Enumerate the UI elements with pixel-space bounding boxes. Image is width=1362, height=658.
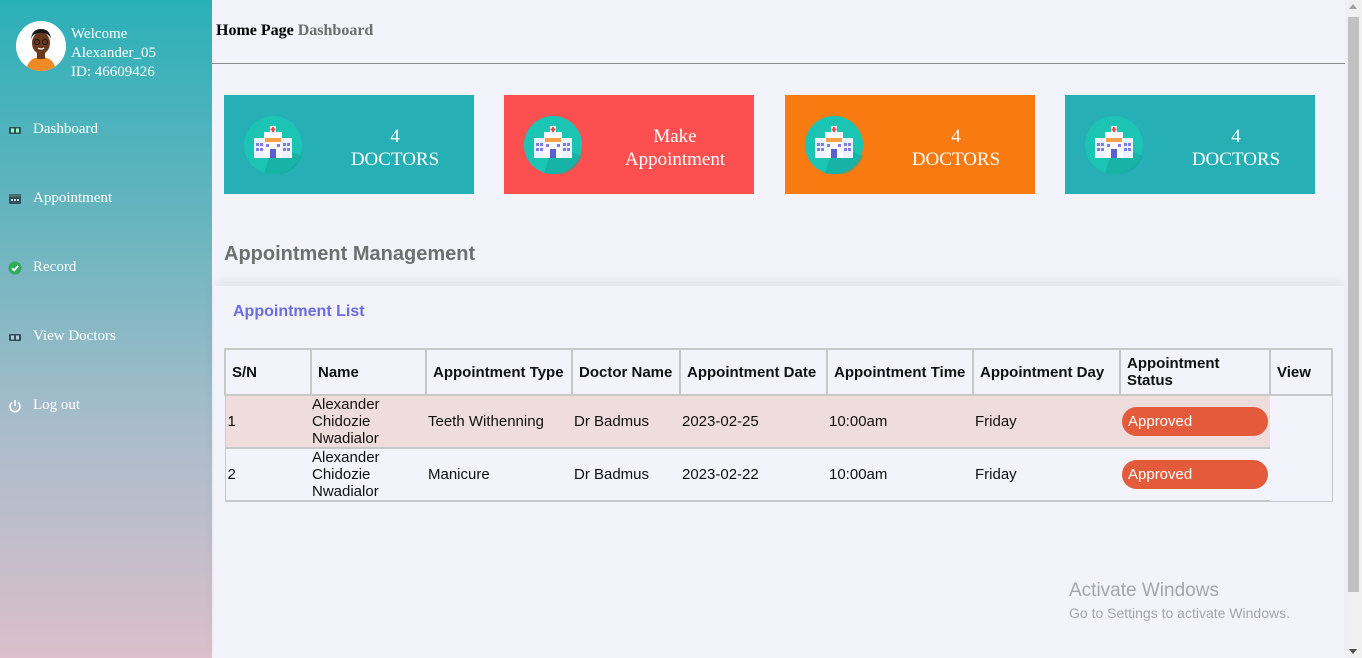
card-value: Make	[653, 126, 697, 147]
user-profile: Welcome Alexander_05 ID: 46609426	[16, 21, 156, 82]
column-header: Doctor Name	[571, 348, 681, 396]
cell-doctor: Dr Badmus	[572, 395, 680, 449]
sidebar-item-appointment[interactable]: Appointment	[8, 190, 112, 207]
sidebar-item-logout[interactable]: Log out	[8, 397, 80, 414]
scrollbar-thumb[interactable]	[1348, 17, 1359, 592]
watermark-title: Activate Windows	[1069, 580, 1219, 601]
table-row: 1 Alexander Chidozie Nwadialor Teeth Wit…	[225, 395, 1332, 449]
header-divider	[212, 63, 1345, 64]
appointment-table: S/N Name Appointment Type Doctor Name Ap…	[224, 348, 1333, 502]
column-header: Appointment Day	[972, 348, 1121, 396]
scroll-up-icon[interactable]	[1349, 4, 1357, 9]
cell-status: Approved	[1120, 395, 1270, 449]
card-label: DOCTORS	[911, 149, 1001, 170]
cell-type: Manicure	[426, 448, 572, 502]
check-circle-icon	[8, 261, 22, 275]
cell-time: 10:00am	[827, 395, 973, 449]
hospital-icon	[805, 116, 863, 176]
main-content: Home Page Dashboard 4 DOCTORS Make Appoi…	[212, 0, 1345, 658]
table-header-row: S/N Name Appointment Type Doctor Name Ap…	[224, 348, 1333, 396]
cell-day: Friday	[973, 448, 1120, 502]
card-label: DOCTORS	[350, 149, 440, 170]
scroll-down-icon[interactable]	[1349, 649, 1357, 654]
sidebar-item-label: Log out	[33, 397, 81, 413]
cell-view[interactable]	[1270, 395, 1332, 448]
cell-name: Alexander Chidozie Nwadialor	[311, 448, 426, 502]
appointment-list-title: Appointment List	[233, 303, 365, 320]
sidebar-item-label: Appointment	[33, 190, 113, 206]
table-row: 2 Alexander Chidozie Nwadialor Manicure …	[225, 448, 1332, 502]
column-header: View	[1269, 348, 1333, 396]
sidebar-item-label: Record	[33, 259, 77, 275]
column-header: Appointment Status	[1119, 348, 1271, 396]
doctors-count-card[interactable]: 4 DOCTORS	[224, 95, 474, 194]
cell-view[interactable]	[1270, 448, 1332, 501]
status-badge: Approved	[1122, 407, 1268, 436]
card-label: Appointment	[624, 149, 726, 170]
cell-day: Friday	[973, 395, 1120, 449]
cell-sn: 1	[225, 395, 311, 449]
card-value: 4	[1231, 126, 1241, 147]
column-header: Name	[310, 348, 427, 396]
power-icon	[8, 399, 22, 413]
card-value: 4	[390, 126, 400, 147]
dashboard-icon	[8, 123, 22, 137]
hospital-icon	[244, 116, 302, 176]
cell-doctor: Dr Badmus	[572, 448, 680, 502]
sidebar: Welcome Alexander_05 ID: 46609426 Dashbo…	[0, 0, 212, 658]
column-header: S/N	[224, 348, 312, 396]
cell-sn: 2	[225, 448, 311, 502]
cell-time: 10:00am	[827, 448, 973, 502]
make-appointment-card[interactable]: Make Appointment	[504, 95, 754, 194]
hospital-icon	[524, 116, 582, 176]
card-label: DOCTORS	[1191, 149, 1281, 170]
hospital-icon	[1085, 116, 1143, 176]
cell-date: 2023-02-22	[680, 448, 827, 502]
sidebar-item-dashboard[interactable]: Dashboard	[8, 121, 98, 138]
activate-windows-watermark: Activate Windows Go to Settings to activ…	[1069, 580, 1290, 621]
sidebar-item-record[interactable]: Record	[8, 259, 76, 276]
breadcrumb-home[interactable]: Home Page	[216, 22, 294, 39]
appointment-icon	[8, 192, 22, 206]
cell-date: 2023-02-25	[680, 395, 827, 449]
avatar	[16, 21, 66, 71]
card-value: 4	[951, 126, 961, 147]
status-badge: Approved	[1122, 460, 1268, 489]
doctors-count-card[interactable]: 4 DOCTORS	[1065, 95, 1315, 194]
section-title: Appointment Management	[224, 243, 476, 265]
breadcrumb-current: Dashboard	[297, 22, 374, 39]
watermark-subtitle: Go to Settings to activate Windows.	[1069, 605, 1290, 621]
cell-type: Teeth Withenning	[426, 395, 572, 449]
doctors-count-card[interactable]: 4 DOCTORS	[785, 95, 1035, 194]
sidebar-item-label: Dashboard	[33, 121, 98, 137]
sidebar-item-label: View Doctors	[33, 328, 116, 344]
breadcrumb: Home Page Dashboard	[216, 22, 373, 40]
sidebar-item-view-doctors[interactable]: View Doctors	[8, 328, 116, 345]
column-header: Appointment Time	[826, 348, 974, 396]
vertical-scrollbar[interactable]	[1345, 0, 1362, 658]
username: Alexander_05	[71, 45, 156, 61]
column-header: Appointment Type	[425, 348, 573, 396]
welcome-text: Welcome	[71, 26, 128, 42]
column-header: Appointment Date	[679, 348, 828, 396]
doctors-icon	[8, 330, 22, 344]
cell-status: Approved	[1120, 448, 1270, 502]
user-id: ID: 46609426	[71, 64, 155, 80]
cell-name: Alexander Chidozie Nwadialor	[311, 395, 426, 449]
